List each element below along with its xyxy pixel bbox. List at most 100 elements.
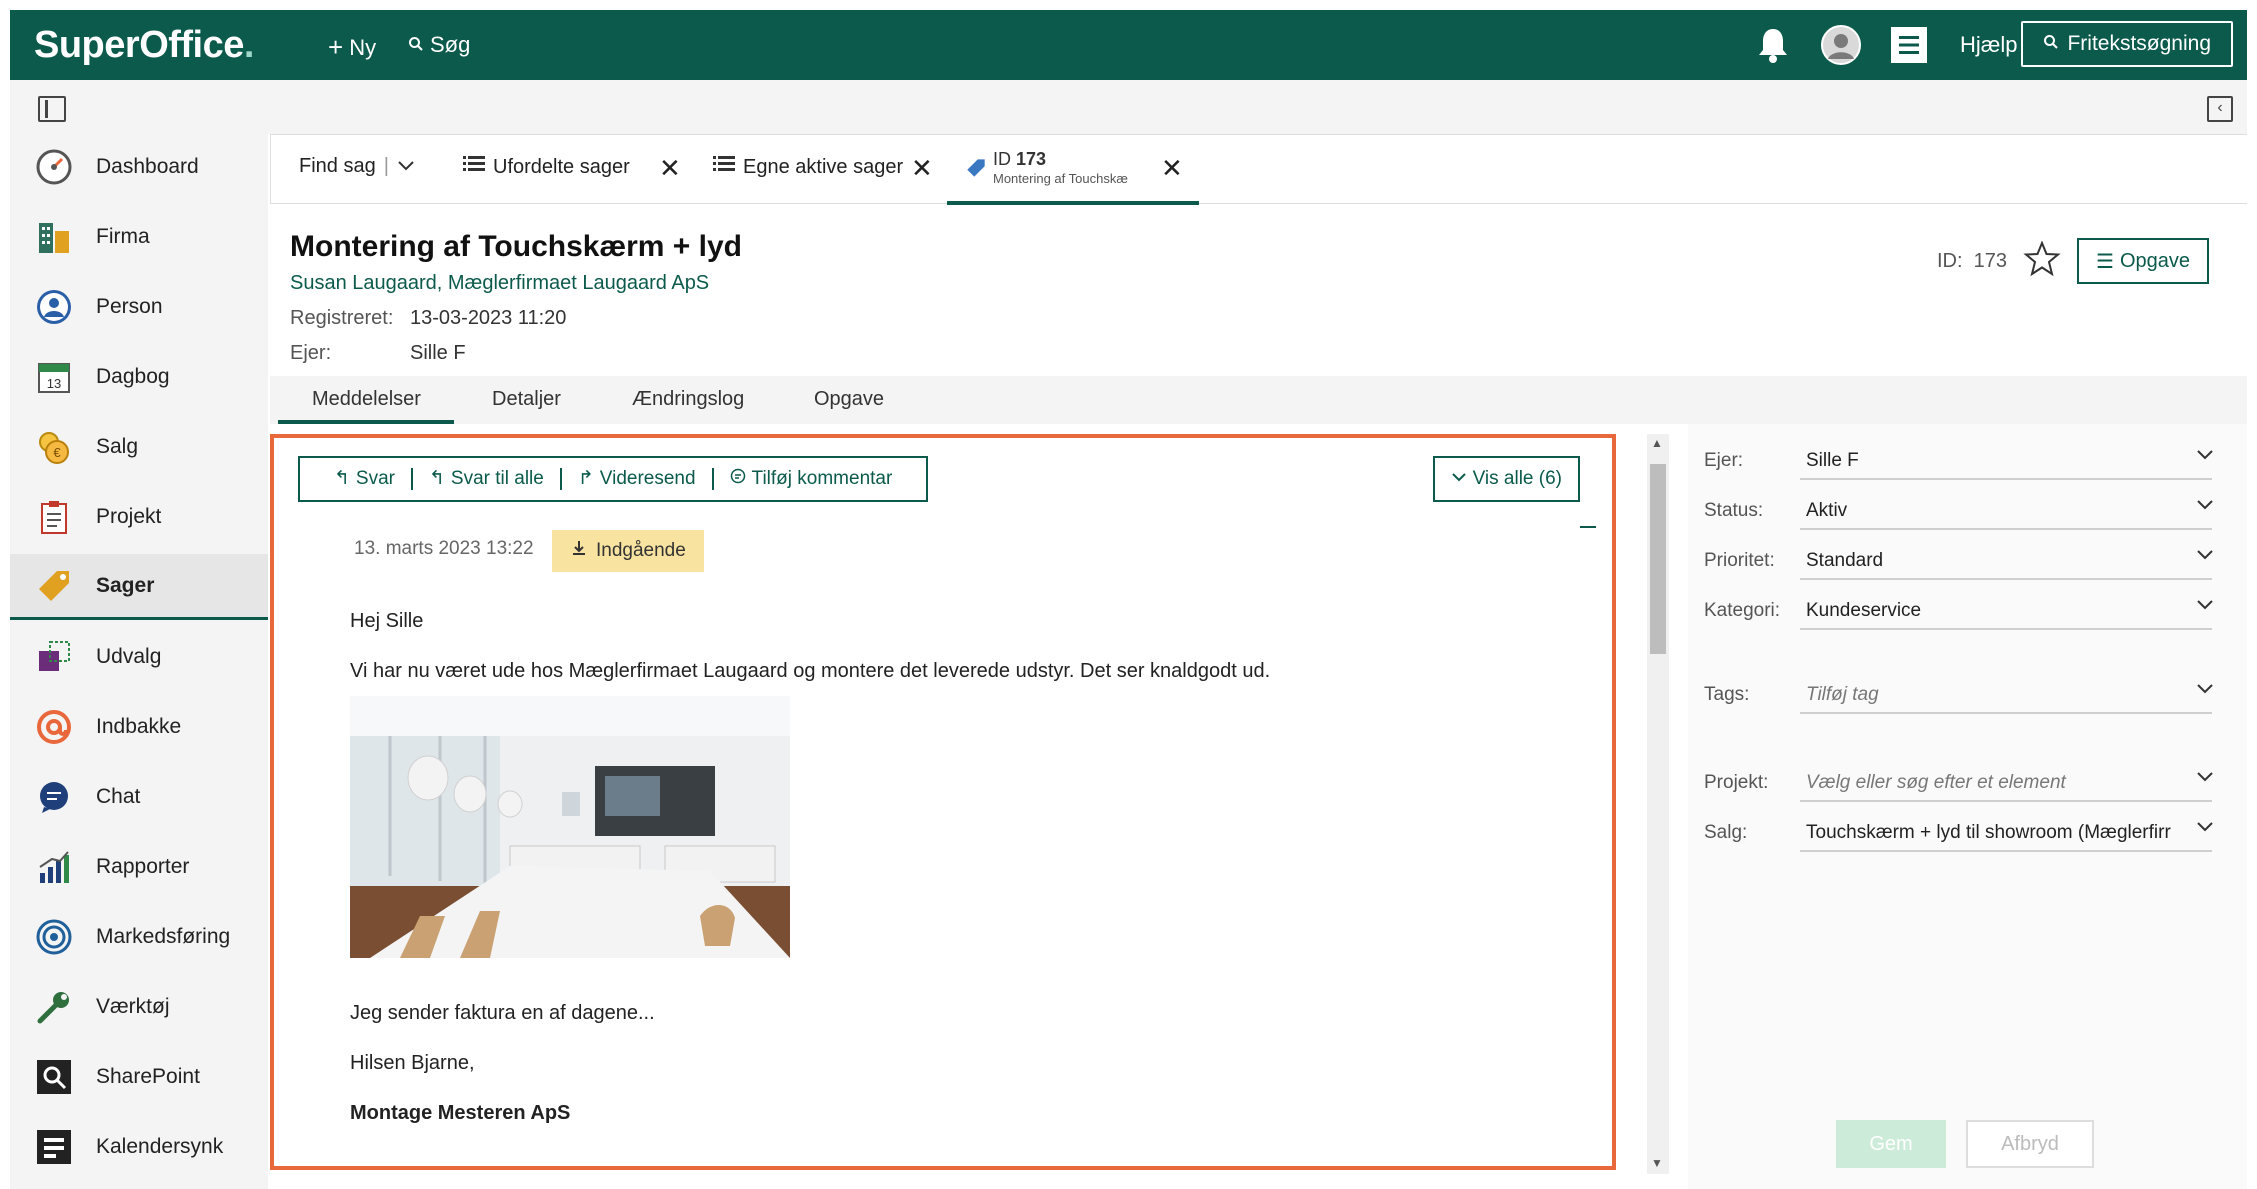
sidebar-toggle-icon[interactable]	[38, 96, 66, 122]
message-greeting: Hej Sille	[350, 610, 424, 632]
tab-own-active-requests[interactable]: Egne aktive sager	[713, 155, 903, 179]
sidebar-item-udvalg[interactable]: Udvalg	[10, 624, 268, 690]
contact-link[interactable]: Susan Laugaard, Mæglerfirmaet Laugaard A…	[290, 272, 742, 295]
sale-select[interactable]: Salg: Touchskærm + lyd til showroom (Mæg…	[1704, 812, 2224, 852]
reply-all-button[interactable]: ↰ Svar til alle	[413, 468, 562, 490]
message-panel: ↰ Svar ↰ Svar til alle ↱ Videresend Tilføj …	[270, 434, 1616, 1189]
tab-task[interactable]: Opgave	[814, 388, 884, 411]
tab-unassigned-requests[interactable]: Ufordelte sager	[463, 155, 630, 179]
sidebar-item-sharepoint[interactable]: SharePoint	[10, 1044, 268, 1110]
incoming-badge: Indgående	[552, 530, 704, 572]
tab-messages[interactable]: Meddelelser	[312, 388, 421, 411]
selection-icon	[34, 637, 74, 677]
freetext-search-button[interactable]: Fritekstsøgning	[2021, 21, 2233, 67]
scroll-down-icon[interactable]: ▼	[1651, 1156, 1663, 1170]
sidebar-item-kalendersynk[interactable]: Kalendersynk	[10, 1114, 268, 1180]
message-image	[350, 696, 790, 958]
superoffice-logo[interactable]: SuperOffice.	[34, 24, 254, 67]
collapse-panel-icon[interactable]: ‹	[2207, 96, 2233, 122]
message-action-bar: ↰ Svar ↰ Svar til alle ↱ Videresend Tilføj …	[298, 456, 929, 502]
chevron-down-icon	[1451, 468, 1467, 490]
forward-button[interactable]: ↱ Videresend	[562, 468, 714, 490]
download-icon	[570, 539, 588, 563]
owner-select[interactable]: Ejer: Sille F	[1704, 440, 2224, 480]
search-button[interactable]: Søg	[408, 32, 470, 58]
chevron-down-icon	[2196, 770, 2214, 788]
svg-text:€: €	[53, 445, 61, 460]
sidebar-item-dashboard[interactable]: Dashboard	[10, 134, 268, 200]
sidebar-item-vaerktoj[interactable]: Værktøj	[10, 974, 268, 1040]
reply-icon: ↰	[334, 468, 350, 489]
close-icon[interactable]: ✕	[659, 153, 681, 184]
reply-button[interactable]: ↰ Svar	[318, 468, 413, 490]
company-icon	[34, 217, 74, 257]
person-icon	[34, 287, 74, 327]
sidebar-item-person[interactable]: Person	[10, 274, 268, 340]
chevron-down-icon	[397, 155, 415, 178]
add-comment-button[interactable]: Tilføj kommentar	[714, 468, 909, 490]
chevron-down-icon	[2196, 682, 2214, 700]
star-icon[interactable]	[2023, 239, 2061, 282]
menu-icon[interactable]	[1886, 22, 1932, 68]
project-icon	[34, 497, 74, 537]
top-bar: SuperOffice. + Ny Søg Hjælp Fritekstsøgn…	[10, 10, 2247, 80]
show-all-button[interactable]: Vis alle (6)	[1432, 456, 1580, 502]
search-icon	[408, 32, 424, 58]
ticket-icon	[34, 566, 74, 606]
owner-row: Ejer: Sille F	[290, 342, 466, 364]
sidebar-item-dagbog[interactable]: 13 Dagbog	[10, 344, 268, 410]
chevron-down-icon	[2196, 548, 2214, 566]
sidebar-item-firma[interactable]: Firma	[10, 204, 268, 270]
details-panel: Ejer: Sille F Status: Aktiv Prioritet: S…	[1688, 424, 2247, 1189]
sidebar-item-chat[interactable]: Chat	[10, 764, 268, 830]
new-button[interactable]: + Ny	[328, 32, 376, 63]
svg-text:13: 13	[47, 376, 61, 391]
avatar[interactable]	[1818, 22, 1864, 68]
scroll-thumb[interactable]	[1650, 464, 1666, 654]
close-icon[interactable]: ✕	[911, 153, 933, 184]
marketing-icon	[34, 917, 74, 957]
message-scrollbar[interactable]: ▲ ▼	[1647, 434, 1669, 1174]
collapse-icon[interactable]	[1580, 526, 1596, 528]
tags-select[interactable]: Tags: Tilføj tag	[1704, 674, 2224, 714]
dashboard-icon	[34, 147, 74, 187]
message-invoice-line: Jeg sender faktura en af dagene...	[350, 1002, 655, 1024]
menu-icon: ☰	[2096, 250, 2114, 273]
sidebar-item-rapporter[interactable]: Rapporter	[10, 834, 268, 900]
sales-icon: €	[34, 427, 74, 467]
ticket-icon	[965, 157, 987, 184]
tab-request-173[interactable]: ID 173 Montering af Touchskæ ✕	[947, 135, 1199, 205]
id-area: ID: 173 ☰ Opgave	[1937, 238, 2209, 284]
sidebar-item-markedsforing[interactable]: Markedsføring	[10, 904, 268, 970]
tools-icon	[34, 987, 74, 1027]
sidebar-item-projekt[interactable]: Projekt	[10, 484, 268, 550]
close-icon[interactable]: ✕	[1161, 153, 1183, 184]
chevron-down-icon	[2196, 598, 2214, 616]
tab-changelog[interactable]: Ændringslog	[632, 388, 744, 411]
forward-icon: ↱	[577, 468, 594, 489]
priority-select[interactable]: Prioritet: Standard	[1704, 540, 2224, 580]
category-select[interactable]: Kategori: Kundeservice	[1704, 590, 2224, 630]
sidebar-item-indbakke[interactable]: Indbakke	[10, 694, 268, 760]
bell-icon[interactable]	[1750, 22, 1796, 68]
message-body: Vi har nu været ude hos Mæglerfirmaet La…	[350, 660, 1271, 682]
chevron-down-icon	[2196, 820, 2214, 838]
tab-details[interactable]: Detaljer	[492, 388, 561, 411]
list-icon	[713, 155, 735, 179]
inbox-icon	[34, 707, 74, 747]
help-link[interactable]: Hjælp	[1960, 32, 2017, 58]
save-button[interactable]: Gem	[1836, 1120, 1946, 1168]
sidebar-item-sager[interactable]: Sager	[10, 554, 268, 620]
status-select[interactable]: Status: Aktiv	[1704, 490, 2224, 530]
cancel-button[interactable]: Afbryd	[1966, 1120, 2094, 1168]
find-request-dropdown[interactable]: Find sag |	[299, 155, 415, 178]
tabs-bar: Find sag | Ufordelte sager ✕ Egne aktive…	[270, 134, 2247, 205]
calendar-sync-icon	[34, 1127, 74, 1167]
page-title: Montering af Touchskærm + lyd	[290, 230, 743, 263]
task-button[interactable]: ☰ Opgave	[2077, 238, 2209, 284]
sidebar-item-salg[interactable]: € Salg	[10, 414, 268, 480]
message-company: Montage Mesteren ApS	[350, 1102, 571, 1124]
scroll-up-icon[interactable]: ▲	[1651, 436, 1663, 450]
project-select[interactable]: Projekt: Vælg eller søg efter et element	[1704, 762, 2224, 802]
chat-icon	[34, 777, 74, 817]
